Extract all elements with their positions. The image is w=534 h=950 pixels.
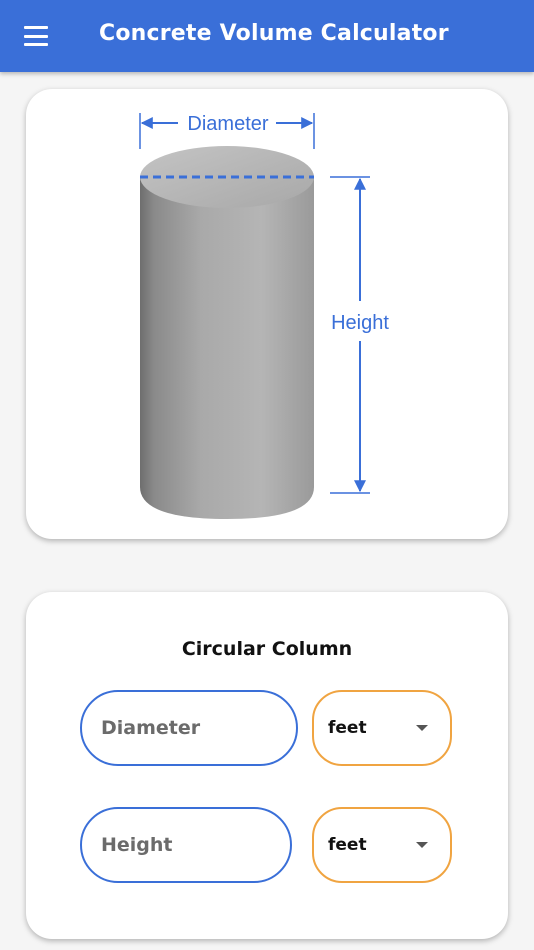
dropdown-arrow-icon <box>416 725 428 731</box>
height-label: Height <box>331 312 389 334</box>
diagram-card: Diameter Height <box>26 89 508 539</box>
diameter-input[interactable] <box>101 717 296 739</box>
diameter-dimension: Diameter <box>139 113 315 149</box>
form-title: Circular Column <box>181 638 353 660</box>
app-bar: Concrete Volume Calculator <box>0 0 534 72</box>
height-unit-select[interactable]: feet <box>312 807 452 883</box>
diameter-unit-select[interactable]: feet <box>312 690 452 766</box>
app-title: Concrete Volume Calculator <box>99 21 449 46</box>
cylinder-shape <box>140 146 314 519</box>
diameter-label: Diameter <box>187 113 268 135</box>
hamburger-menu-icon[interactable] <box>24 26 48 46</box>
calculator-form-card: Circular Column feet feet <box>26 592 508 939</box>
diameter-unit-value: feet <box>328 718 367 738</box>
concrete-column-diagram: Diameter Height <box>139 113 389 519</box>
height-input[interactable] <box>101 834 290 856</box>
height-dimension: Height <box>330 176 389 494</box>
dropdown-arrow-icon <box>416 842 428 848</box>
height-input-container[interactable] <box>80 807 292 883</box>
height-unit-value: feet <box>328 835 367 855</box>
diameter-input-container[interactable] <box>80 690 298 766</box>
